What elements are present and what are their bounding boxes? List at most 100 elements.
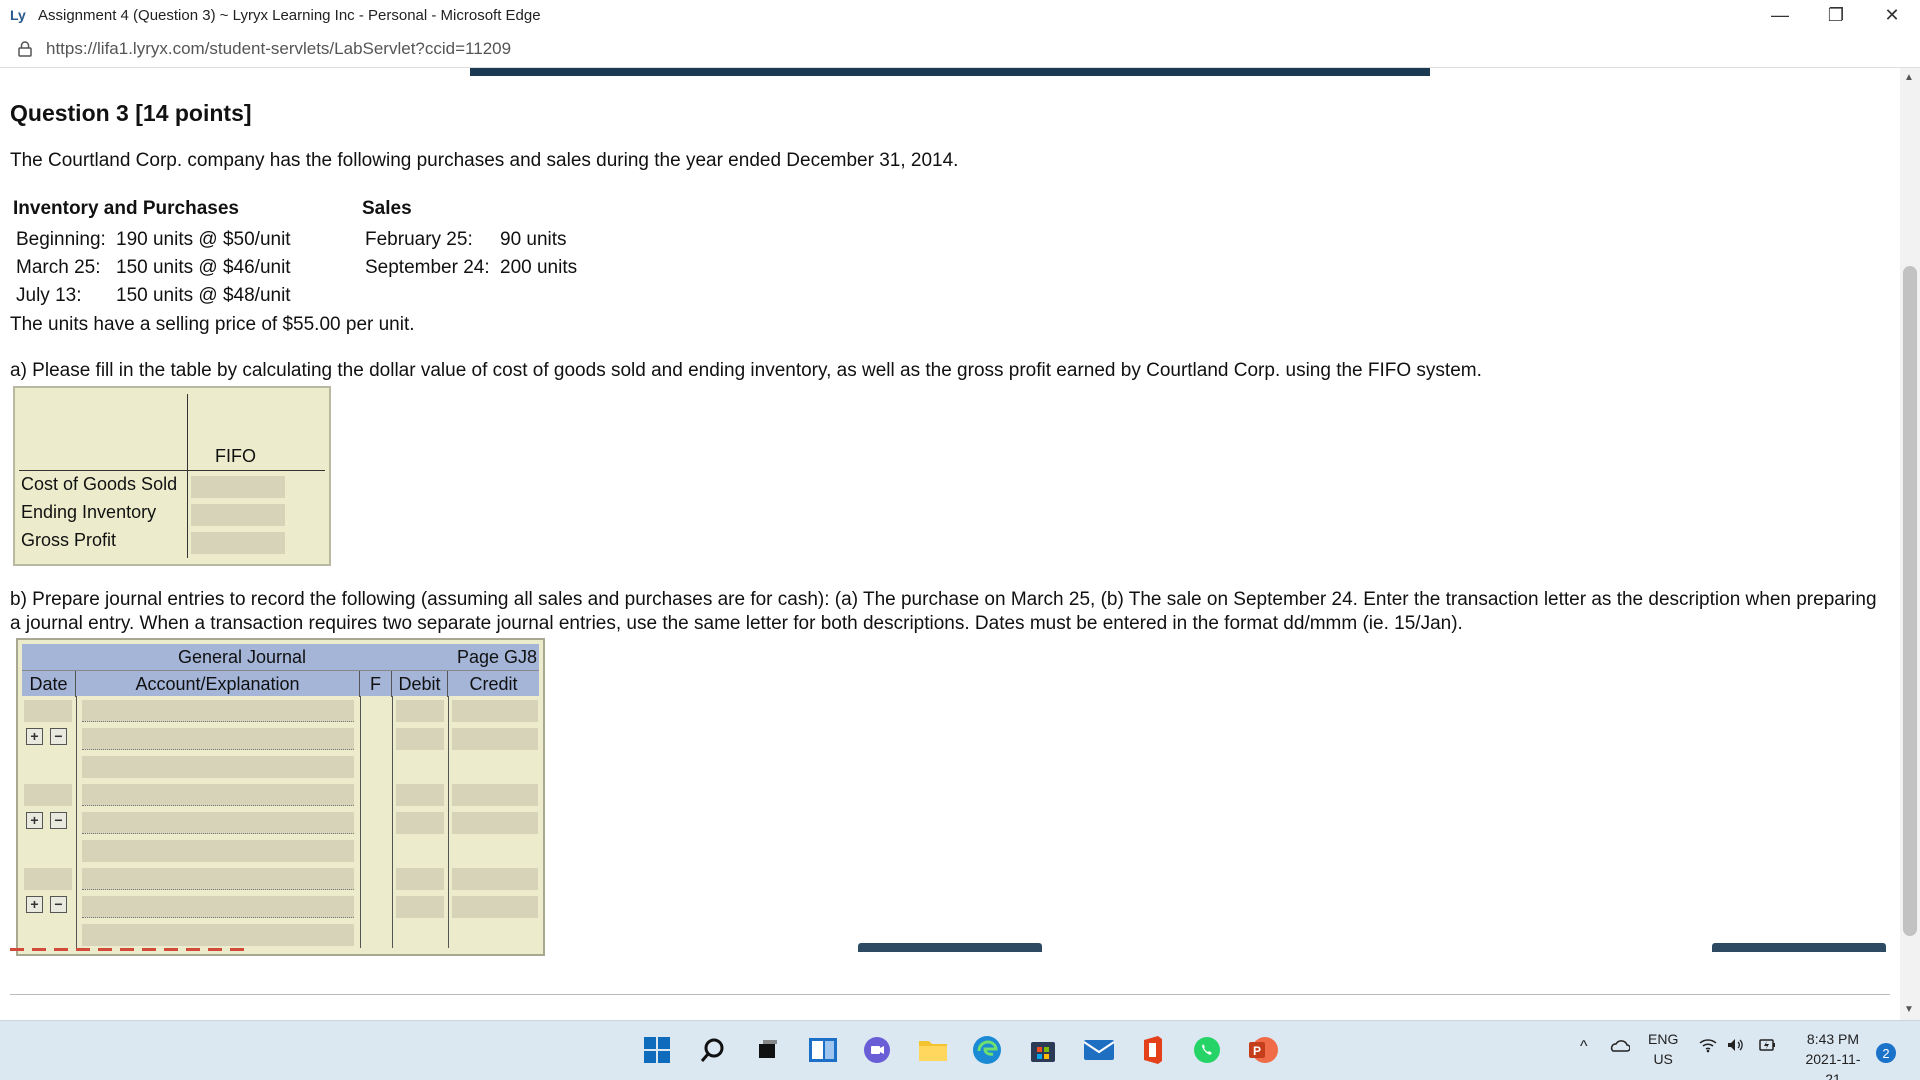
file-explorer-icon[interactable] — [916, 1033, 950, 1067]
col-account: Account/Explanation — [76, 671, 360, 697]
prev-button[interactable] — [858, 943, 1042, 952]
lyryx-logo-icon: Ly — [10, 7, 26, 23]
task-view-icon[interactable] — [750, 1033, 784, 1067]
table-divider — [187, 394, 188, 558]
debit-input[interactable] — [396, 728, 444, 750]
debit-input[interactable] — [396, 896, 444, 918]
column-divider — [360, 696, 361, 948]
col-date: Date — [22, 671, 76, 697]
col-f: F — [360, 671, 392, 697]
date-input[interactable] — [24, 784, 72, 806]
url-text[interactable]: https://lifa1.lyryx.com/student-servlets… — [46, 39, 511, 59]
gross-profit-label: Gross Profit — [21, 530, 117, 550]
date-input[interactable] — [24, 868, 72, 890]
next-button[interactable] — [1712, 943, 1886, 952]
general-journal: General Journal Page GJ8 Date Account/Ex… — [16, 638, 545, 956]
scrollbar-thumb[interactable] — [1903, 266, 1917, 936]
date-input[interactable] — [24, 700, 72, 722]
office-icon[interactable] — [1136, 1033, 1170, 1067]
add-row-button[interactable]: + — [26, 728, 43, 745]
credit-input[interactable] — [452, 896, 538, 918]
selling-price-text: The units have a selling price of $55.00… — [10, 314, 415, 335]
credit-input[interactable] — [452, 868, 538, 890]
column-divider — [448, 696, 449, 948]
debit-input[interactable] — [396, 812, 444, 834]
wifi-icon[interactable] — [1698, 1037, 1718, 1058]
language-indicator[interactable]: ENG US — [1648, 1029, 1678, 1069]
window-title: Assignment 4 (Question 3) ~ Lyryx Learni… — [38, 6, 541, 24]
close-button[interactable]: ✕ — [1864, 0, 1920, 30]
remove-row-button[interactable]: − — [50, 812, 67, 829]
debit-input[interactable] — [396, 868, 444, 890]
date-text: 2021-11-21 — [1805, 1051, 1861, 1080]
col-debit: Debit — [392, 671, 448, 697]
credit-input[interactable] — [452, 812, 538, 834]
add-row-button[interactable]: + — [26, 896, 43, 913]
purchase-label: March 25: — [16, 257, 101, 278]
address-bar[interactable]: https://lifa1.lyryx.com/student-servlets… — [0, 30, 1920, 68]
credit-input[interactable] — [452, 728, 538, 750]
clock[interactable]: 8:43 PM 2021-11-21 — [1798, 1029, 1868, 1080]
account-input[interactable] — [82, 868, 354, 890]
volume-icon[interactable] — [1726, 1037, 1746, 1058]
powerpoint-icon[interactable]: P — [1246, 1033, 1280, 1067]
purchase-detail: 190 units @ $50/unit — [116, 229, 291, 250]
windows-start-icon[interactable] — [640, 1033, 674, 1067]
inventory-heading: Inventory and Purchases — [13, 198, 239, 219]
explanation-input[interactable] — [82, 840, 354, 862]
purchase-detail: 150 units @ $46/unit — [116, 257, 291, 278]
store-icon[interactable] — [1026, 1033, 1060, 1067]
sale-detail: 200 units — [500, 257, 578, 278]
ending-inventory-label: Ending Inventory — [21, 502, 157, 522]
column-divider — [76, 696, 77, 948]
account-input[interactable] — [82, 812, 354, 834]
onedrive-icon[interactable] — [1608, 1037, 1631, 1057]
credit-input[interactable] — [452, 700, 538, 722]
explanation-input[interactable] — [82, 924, 354, 946]
minimize-button[interactable]: — — [1752, 0, 1808, 30]
account-input[interactable] — [82, 700, 354, 722]
widgets-icon[interactable] — [806, 1033, 840, 1067]
account-input[interactable] — [82, 784, 354, 806]
restore-button[interactable]: ❐ — [1808, 0, 1864, 30]
add-row-button[interactable]: + — [26, 812, 43, 829]
explanation-input[interactable] — [82, 756, 354, 778]
chevron-up-icon[interactable]: ^ — [1580, 1037, 1588, 1057]
notification-badge[interactable]: 2 — [1876, 1043, 1896, 1063]
scroll-up-icon[interactable]: ▲ — [1904, 72, 1914, 83]
credit-input[interactable] — [452, 784, 538, 806]
gross-profit-input[interactable] — [191, 532, 285, 554]
mail-icon[interactable] — [1082, 1033, 1116, 1067]
remove-row-button[interactable]: − — [50, 728, 67, 745]
part-a-instructions: a) Please fill in the table by calculati… — [10, 360, 1482, 381]
col-credit: Credit — [469, 673, 518, 694]
question-intro: The Courtland Corp. company has the foll… — [10, 150, 959, 171]
sales-heading: Sales — [362, 198, 412, 219]
journal-page: Page GJ8 — [456, 646, 537, 667]
scroll-down-icon[interactable]: ▼ — [1904, 1004, 1914, 1015]
sale-detail: 90 units — [500, 229, 567, 250]
remove-row-button[interactable]: − — [50, 896, 67, 913]
part-b-instructions: b) Prepare journal entries to record the… — [10, 589, 1877, 634]
account-input[interactable] — [82, 728, 354, 750]
ending-inventory-input[interactable] — [191, 504, 285, 526]
battery-icon[interactable] — [1758, 1037, 1778, 1058]
cogs-input[interactable] — [191, 476, 285, 498]
whatsapp-icon[interactable] — [1190, 1033, 1224, 1067]
table-divider — [19, 470, 325, 471]
debit-input[interactable] — [396, 784, 444, 806]
edge-icon[interactable] — [970, 1033, 1004, 1067]
search-icon[interactable] — [696, 1033, 730, 1067]
account-input[interactable] — [82, 896, 354, 918]
debit-input[interactable] — [396, 700, 444, 722]
svg-text:P: P — [1253, 1044, 1261, 1058]
fifo-column-header: FIFO — [215, 446, 256, 466]
lang-bottom: US — [1653, 1051, 1673, 1067]
taskbar: P ^ ENG US 8:43 PM 2021-11-21 2 — [0, 1020, 1920, 1080]
purchase-label: Beginning: — [16, 229, 106, 250]
sale-label: February 25: — [365, 229, 473, 250]
window-titlebar: Ly Assignment 4 (Question 3) ~ Lyryx Lea… — [0, 0, 1920, 30]
time-text: 8:43 PM — [1806, 1031, 1860, 1047]
purchase-detail: 150 units @ $48/unit — [116, 285, 291, 306]
teams-chat-icon[interactable] — [860, 1033, 894, 1067]
